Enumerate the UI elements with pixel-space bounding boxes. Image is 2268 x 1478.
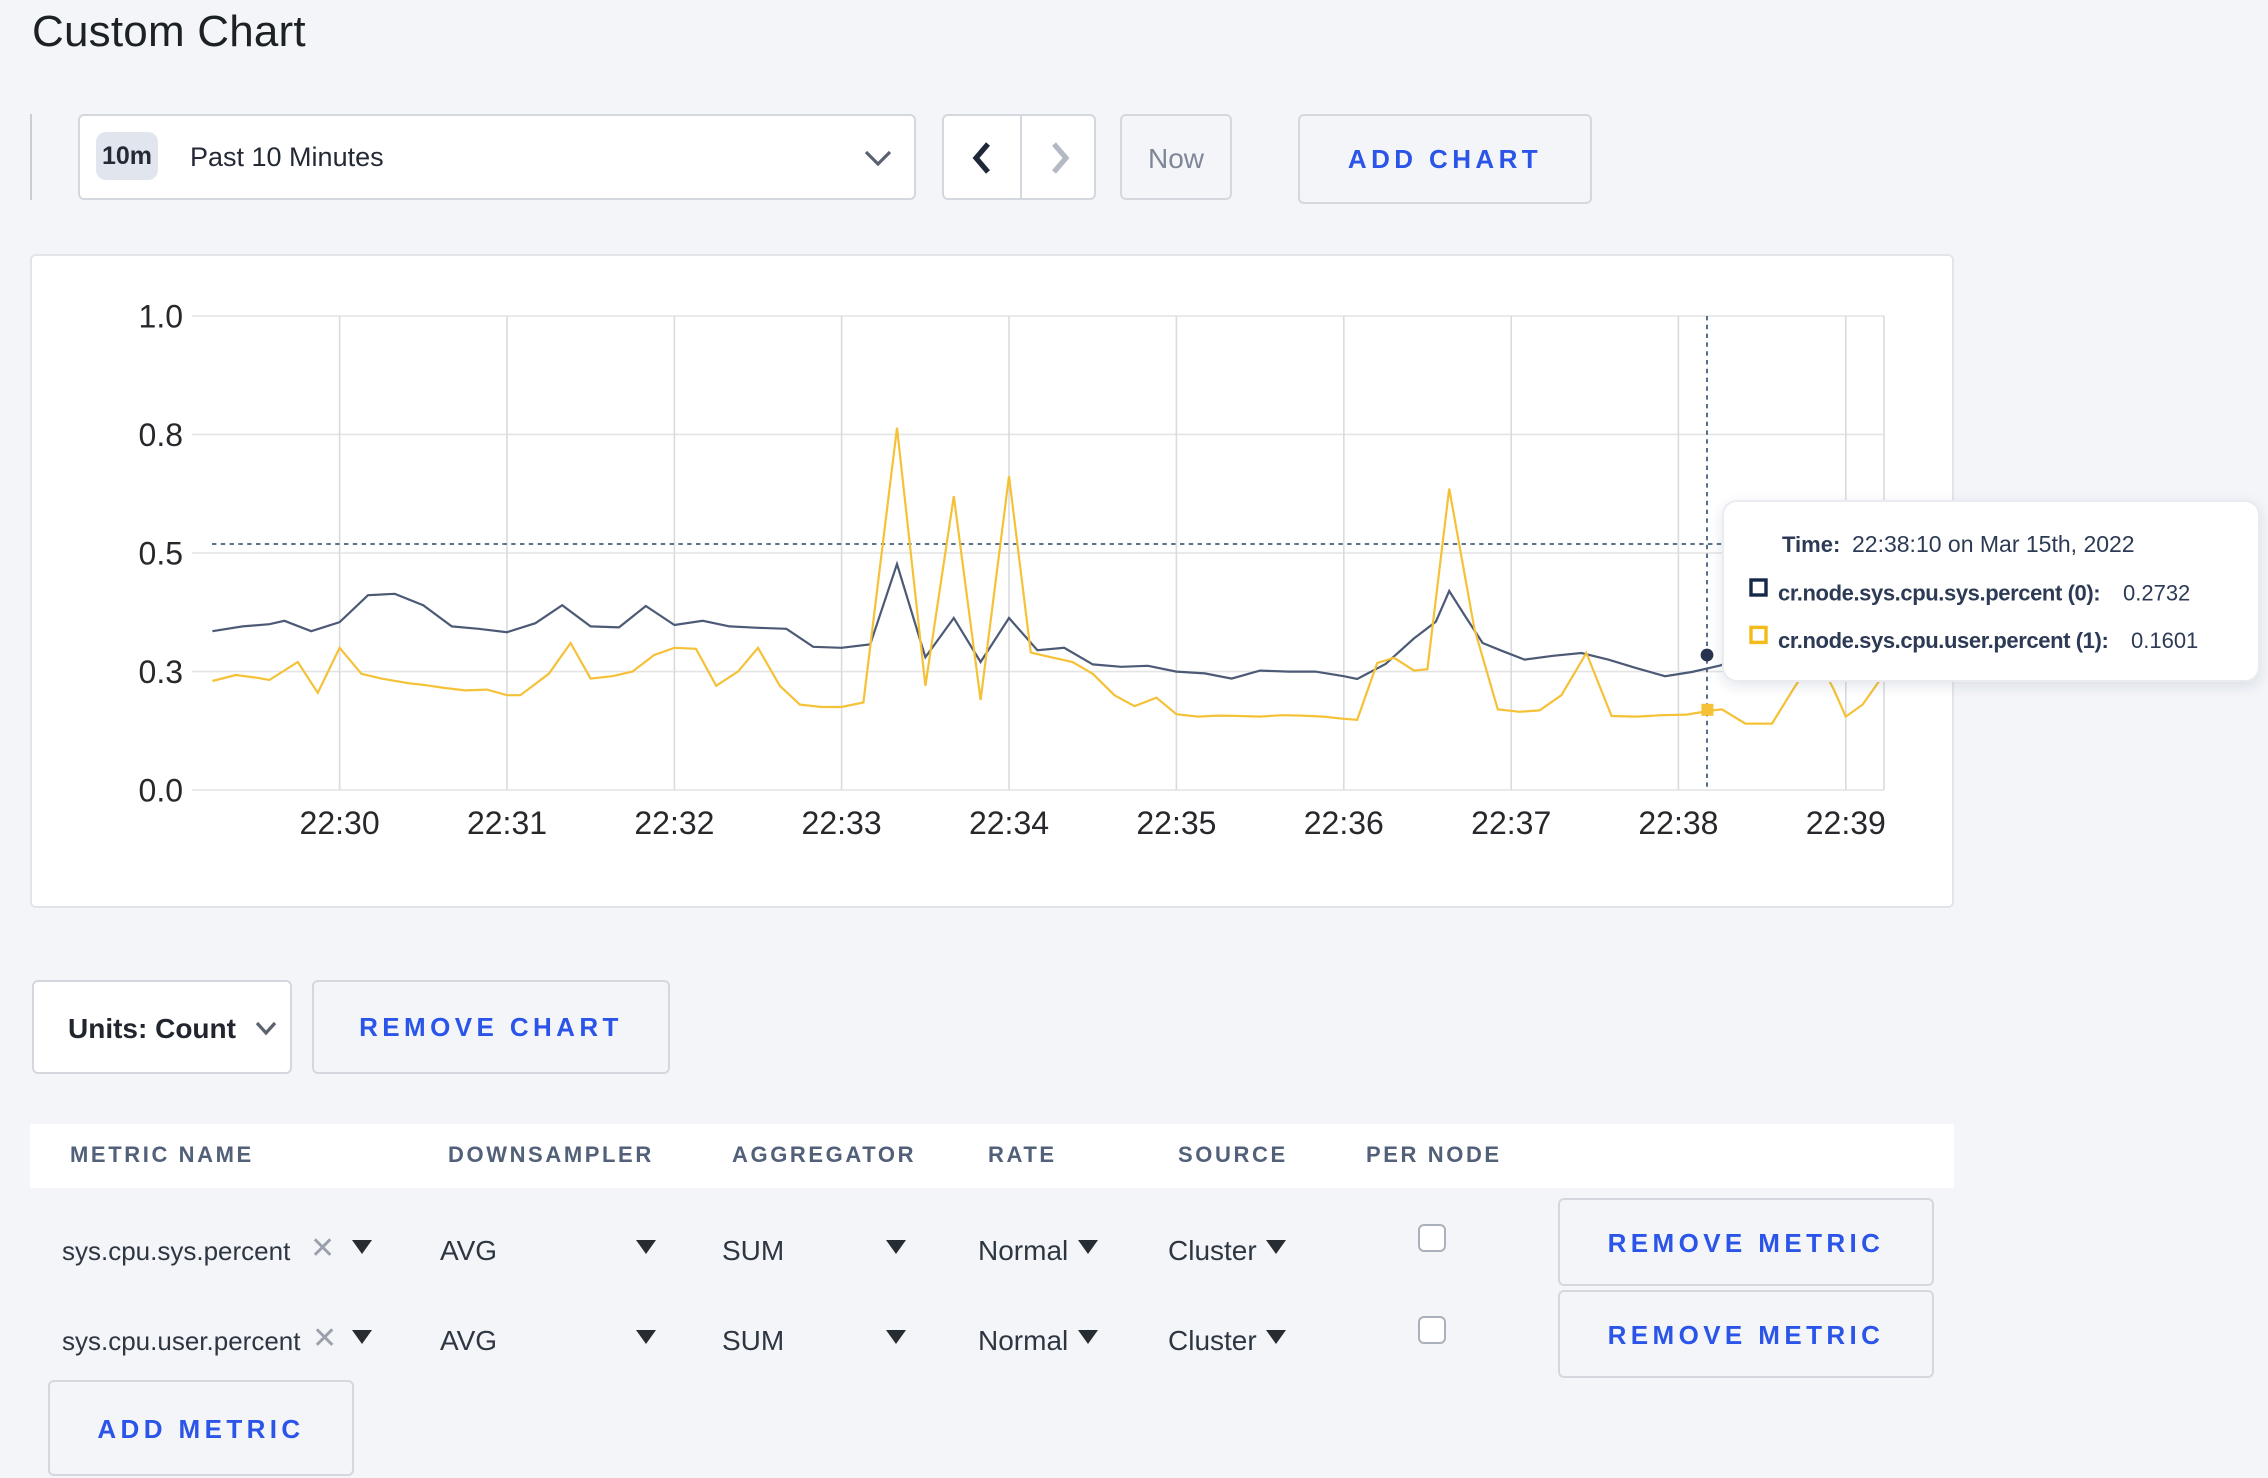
- svg-text:0.1601: 0.1601: [2131, 628, 2198, 653]
- svg-text:0.2732: 0.2732: [2123, 581, 2190, 606]
